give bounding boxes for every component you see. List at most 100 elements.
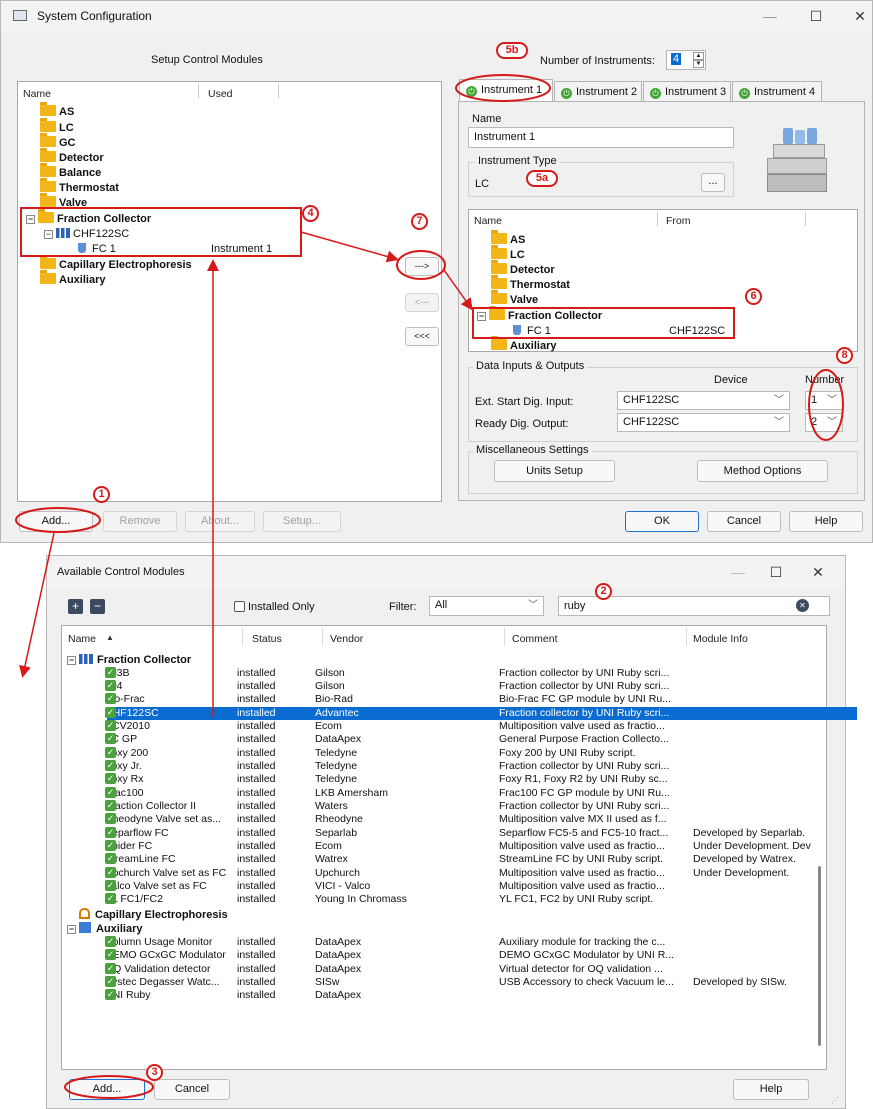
module-row[interactable]: ✓ CHF122SC installed Advantec Fraction colle…: [105, 706, 857, 720]
col-from-header[interactable]: From: [666, 215, 691, 227]
units-setup-button[interactable]: Units Setup: [494, 460, 615, 482]
tree-item-valve[interactable]: Valve: [491, 290, 538, 307]
ok-button[interactable]: OK: [625, 511, 699, 532]
module-row[interactable]: ✓ UNI Ruby installed DataApex: [105, 989, 857, 1002]
method-options-button[interactable]: Method Options: [697, 460, 828, 482]
maximize-icon[interactable]: ☐: [767, 563, 785, 581]
spin-down-icon[interactable]: ▼: [693, 60, 704, 68]
tab-instrument-1[interactable]: ⏻ Instrument 1: [459, 79, 553, 102]
tree-item-valve[interactable]: Valve: [40, 193, 87, 210]
collapse-icon[interactable]: −: [67, 925, 76, 934]
expand-all-icon[interactable]: +: [68, 599, 83, 614]
tree-item-fc1[interactable]: FC 1: [513, 324, 551, 338]
tab-instrument-4[interactable]: ⏻ Instrument 4: [732, 81, 822, 102]
collapse-icon[interactable]: −: [67, 656, 76, 665]
setup-button[interactable]: Setup...: [263, 511, 341, 532]
ext-start-number-select[interactable]: 1 ﹀: [805, 391, 843, 410]
group-auxiliary[interactable]: − Auxiliary: [67, 922, 142, 936]
group-fraction-collector[interactable]: − Fraction Collector: [67, 653, 191, 667]
filter-select[interactable]: All ﹀: [429, 596, 544, 616]
module-row[interactable]: ✓204installedGilsonFraction collector by…: [105, 679, 857, 693]
ext-start-device-select[interactable]: CHF122SC ﹀: [617, 391, 790, 410]
group-capillary-electrophoresis[interactable]: Capillary Electrophoresis: [79, 908, 228, 922]
close-icon[interactable]: ✕: [809, 563, 827, 581]
module-row[interactable]: ✓ Fraction Collector II installed Waters Fra…: [105, 800, 857, 813]
clear-search-icon[interactable]: ✕: [796, 599, 809, 612]
move-left-button[interactable]: <---: [405, 293, 439, 312]
module-row[interactable]: ✓ FC GP installed DataApex General Purpose F…: [105, 733, 857, 746]
col-used-header[interactable]: Used: [208, 88, 233, 100]
collapse-all-icon[interactable]: −: [90, 599, 105, 614]
module-row[interactable]: ✓ Frac100 installed LKB Amersham Frac100 FC …: [105, 786, 857, 800]
tree-item-detector[interactable]: Detector: [40, 148, 104, 165]
module-row[interactable]: ✓ StreamLine FC installed Watrex StreamLine …: [105, 853, 857, 866]
num-instruments-value[interactable]: 4: [671, 53, 682, 65]
close-icon[interactable]: ✕: [851, 7, 869, 25]
about-button[interactable]: About...: [185, 511, 255, 532]
instrument-modules-tree[interactable]: Name From AS LC Detector Thermostat Valv…: [468, 209, 858, 352]
module-row[interactable]: ✓ Column Usage Monitor installed DataApex Au…: [105, 936, 857, 949]
module-row[interactable]: ✓ OQ Validation detector installed DataApex…: [105, 962, 857, 976]
installed-only-checkbox[interactable]: [234, 601, 245, 612]
flask-icon: [78, 243, 86, 253]
module-row[interactable]: ✓ Spider FC installed Ecom Multiposition val…: [105, 840, 857, 853]
remove-all-button[interactable]: <<<: [405, 327, 439, 346]
tree-item-balance[interactable]: Balance: [40, 163, 101, 180]
module-row[interactable]: ✓ Systec Degasser Watc... installed SISw USB…: [105, 976, 857, 989]
setup-modules-tree[interactable]: Name Used AS LC GC Detector Balance Ther…: [17, 81, 442, 502]
module-row[interactable]: ✓ Rheodyne Valve set as... installed Rheody…: [105, 813, 857, 826]
cancel-button[interactable]: Cancel: [154, 1079, 230, 1100]
tree-item-capillary[interactable]: Capillary Electrophoresis: [40, 255, 192, 272]
tree-item-thermostat[interactable]: Thermostat: [40, 178, 119, 195]
instrument-type-browse-button[interactable]: ...: [701, 173, 725, 192]
module-row[interactable]: ✓ Separflow FC installed Separlab Separflow …: [105, 826, 857, 840]
tree-item-as[interactable]: AS: [40, 102, 74, 119]
tree-item-detector[interactable]: Detector: [491, 260, 555, 277]
col-module-info-header[interactable]: Module Info: [693, 633, 748, 645]
module-row[interactable]: ✓ Foxy 200 installed Teledyne Foxy 200 by UN…: [105, 746, 857, 760]
collapse-icon[interactable]: −: [477, 312, 486, 321]
col-name-header[interactable]: Name: [474, 215, 502, 227]
tree-item-fraction-collector[interactable]: − Fraction Collector: [477, 306, 602, 323]
add-module-button[interactable]: Add...: [69, 1079, 145, 1100]
instrument-name-field[interactable]: Instrument 1: [468, 127, 734, 148]
module-row[interactable]: ✓ Upchurch Valve set as FC installed Upchur…: [105, 866, 857, 880]
tree-item-chf122sc[interactable]: − CHF122SC: [44, 227, 129, 241]
num-instruments-spinner[interactable]: 4 ▲ ▼: [666, 50, 706, 70]
help-button[interactable]: Help: [789, 511, 863, 532]
ready-output-device-select[interactable]: CHF122SC ﹀: [617, 413, 790, 432]
tree-item-thermostat[interactable]: Thermostat: [491, 275, 570, 292]
module-row[interactable]: ✓ Foxy Jr. installed Teledyne Fraction colle…: [105, 759, 857, 773]
tab-instrument-2[interactable]: ⏻ Instrument 2: [554, 81, 642, 102]
col-status-header[interactable]: Status: [252, 633, 282, 645]
collapse-icon[interactable]: −: [26, 215, 35, 224]
module-row[interactable]: ✓ DEMO GCxGC Modulator installed DataApex DE…: [105, 949, 857, 962]
ready-output-number-select[interactable]: 2 ﹀: [805, 413, 843, 432]
remove-button[interactable]: Remove: [103, 511, 177, 532]
maximize-icon[interactable]: ☐: [807, 7, 825, 25]
col-vendor-header[interactable]: Vendor: [330, 633, 363, 645]
tree-item-fc1[interactable]: FC 1: [78, 242, 116, 256]
module-row[interactable]: ✓ Bio-Frac installed Bio-Rad Bio-Frac FC GP …: [105, 693, 857, 706]
module-row[interactable]: ✓ 203B installed Gilson Fraction collector b…: [105, 666, 857, 680]
cancel-button[interactable]: Cancel: [707, 511, 781, 532]
minimize-icon[interactable]: —: [761, 7, 779, 25]
col-name-header[interactable]: Name: [68, 633, 96, 645]
resize-grip-icon[interactable]: ⋰: [831, 1096, 839, 1105]
spin-up-icon[interactable]: ▲: [693, 52, 704, 60]
col-name-header[interactable]: Name: [23, 88, 51, 100]
collapse-icon[interactable]: −: [44, 230, 53, 239]
tree-item-fraction-collector[interactable]: − Fraction Collector: [26, 209, 151, 226]
module-row[interactable]: ✓ Foxy Rx installed Teledyne Foxy R1, Foxy R…: [105, 773, 857, 786]
module-row[interactable]: ✓ ECV2010 installed Ecom Multiposition valve…: [105, 719, 857, 733]
move-right-button[interactable]: --->: [405, 257, 439, 276]
add-button[interactable]: Add...: [19, 511, 93, 532]
tree-item-auxiliary[interactable]: Auxiliary: [40, 270, 105, 287]
minimize-icon[interactable]: —: [729, 563, 747, 581]
tree-item-auxiliary[interactable]: Auxiliary: [491, 336, 556, 353]
help-button[interactable]: Help: [733, 1079, 809, 1100]
tab-instrument-3[interactable]: ⏻ Instrument 3: [643, 81, 731, 102]
col-comment-header[interactable]: Comment: [512, 633, 558, 645]
module-row[interactable]: ✓ YL FC1/FC2 installed Young In Chromass YL …: [105, 893, 857, 906]
module-row[interactable]: ✓ Valco Valve set as FC installed VICI - Va…: [105, 880, 857, 893]
